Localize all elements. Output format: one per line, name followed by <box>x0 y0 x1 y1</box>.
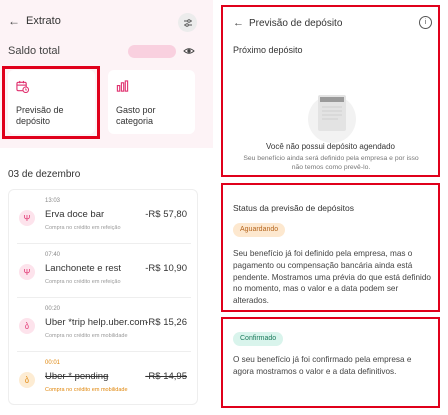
transaction-time: 13:03 <box>45 198 61 204</box>
back-arrow-icon[interactable]: ← <box>8 14 20 28</box>
utensils-icon: Ψ <box>19 264 35 280</box>
status-confirmed-panel: Confirmado O seu benefício já foi confir… <box>221 317 440 408</box>
empty-document-illustration <box>308 95 356 143</box>
statement-panel: ← Extrato Saldo total Previsão de depósi… <box>0 0 213 415</box>
transaction-time: 07:40 <box>45 252 61 258</box>
utensils-icon: Ψ <box>19 210 35 226</box>
transaction-amount: -R$ 14,95 <box>145 371 187 382</box>
filter-button[interactable] <box>178 13 197 32</box>
transaction-amount: -R$ 10,90 <box>145 263 187 274</box>
category-spend-card-label: Gasto por categoria <box>116 105 156 126</box>
status-waiting-panel: Status da previsão de depósitos Aguardan… <box>221 183 440 312</box>
next-deposit-label: Próximo depósito <box>233 45 303 55</box>
transaction-row[interactable]: 07:40 Ψ Lanchonete e rest -R$ 10,90 Comp… <box>9 244 199 296</box>
sliders-icon <box>183 18 192 27</box>
info-icon[interactable]: i <box>419 16 432 29</box>
date-header: 03 de dezembro <box>8 169 81 180</box>
balance-label: Saldo total <box>8 45 60 57</box>
category-spend-card[interactable]: Gasto por categoria <box>108 70 195 134</box>
forecast-header: ← Previsão de depósito <box>233 17 342 29</box>
transaction-list: 13:03 Ψ Erva doce bar -R$ 57,80 Compra n… <box>8 189 198 405</box>
transaction-name: Lanchonete e rest <box>45 263 122 274</box>
transaction-subtitle: Compra no crédito em mobilidade <box>45 333 128 339</box>
transaction-time: 00:01 <box>45 360 61 366</box>
statement-header: ← Extrato <box>8 14 61 28</box>
status-confirmed-text: O seu benefício já foi confirmado pela e… <box>233 355 412 376</box>
transaction-amount: -R$ 57,80 <box>145 209 187 220</box>
highlight-frame <box>2 66 100 139</box>
eye-icon[interactable] <box>183 45 195 57</box>
back-arrow-icon[interactable]: ← <box>233 17 244 29</box>
transaction-subtitle: Compra no crédito em mobilidade <box>45 387 128 393</box>
transaction-time: 00:20 <box>45 306 61 312</box>
status-badge-confirmed: Confirmado <box>233 332 284 346</box>
transaction-row-pending[interactable]: 00:01 ბ Uber * pending -R$ 14,95 Compra … <box>9 352 199 404</box>
balance-hidden-value <box>128 45 176 58</box>
transaction-name: Uber *trip help.uber.com <box>45 317 148 328</box>
status-badge-waiting: Aguardando <box>233 223 286 237</box>
empty-state-description: Seu benefício ainda será definido pela e… <box>243 155 419 171</box>
forecast-panel: ← Previsão de depósito i Próximo depósit… <box>221 5 440 177</box>
transaction-subtitle: Compra no crédito em refeição <box>45 279 121 285</box>
bar-chart-icon <box>116 80 129 92</box>
scooter-icon: ბ <box>19 318 35 334</box>
transaction-subtitle: Compra no crédito em refeição <box>45 225 121 231</box>
transaction-amount: -R$ 15,26 <box>145 317 187 328</box>
transaction-row[interactable]: 00:20 ბ Uber *trip help.uber.com -R$ 15,… <box>9 298 199 350</box>
status-title: Status da previsão de depósitos <box>233 203 354 213</box>
empty-state-title: Você não possui depósito agendado <box>266 142 395 151</box>
transaction-row[interactable]: 13:03 Ψ Erva doce bar -R$ 57,80 Compra n… <box>9 190 199 242</box>
scooter-icon: ბ <box>19 372 35 388</box>
transaction-name: Uber * pending <box>45 371 109 382</box>
status-waiting-text: Seu benefício já foi definido pela empre… <box>233 249 431 306</box>
page-title: Extrato <box>26 15 61 27</box>
forecast-title: Previsão de depósito <box>249 17 343 29</box>
transaction-name: Erva doce bar <box>45 209 105 220</box>
